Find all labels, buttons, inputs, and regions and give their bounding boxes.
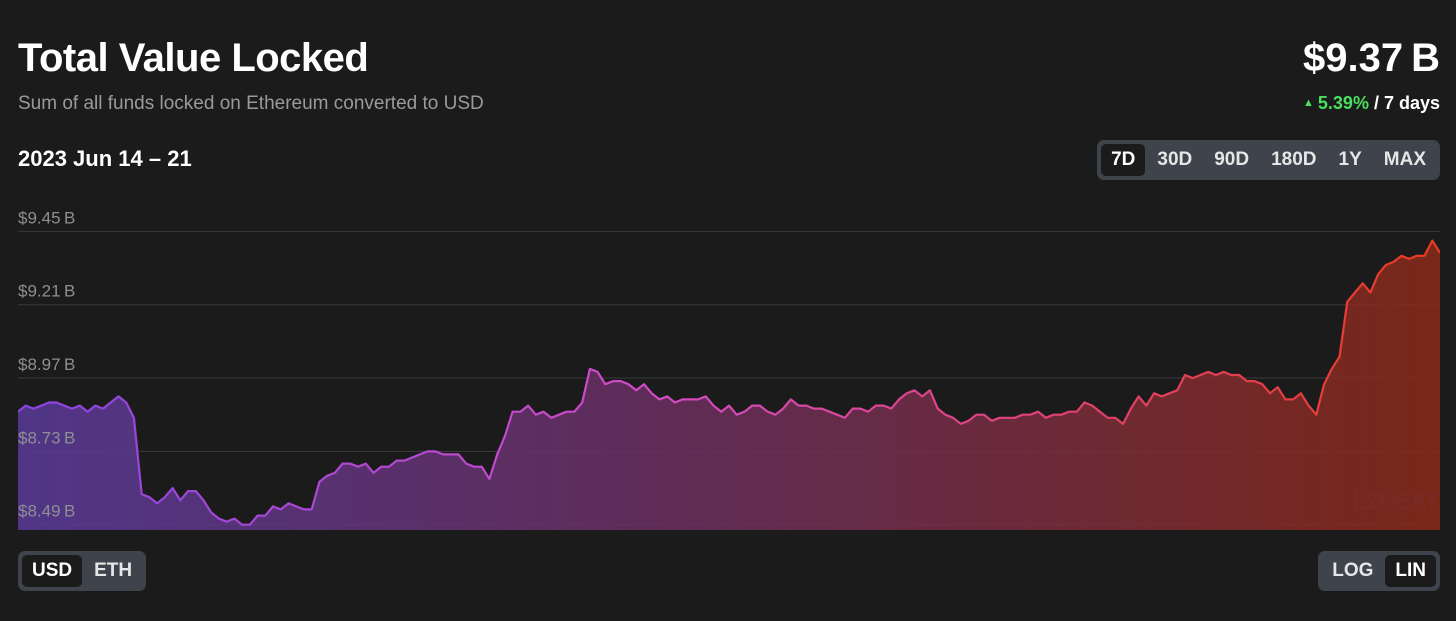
- change-percent: 5.39%: [1317, 93, 1369, 113]
- range-90d-button[interactable]: 90D: [1204, 144, 1259, 176]
- up-arrow-icon: ▲: [1303, 97, 1314, 109]
- range-180d-button[interactable]: 180D: [1261, 144, 1326, 176]
- page-subtitle: Sum of all funds locked on Ethereum conv…: [18, 93, 484, 114]
- l2beat-watermark: L2BEAT: [1352, 488, 1439, 515]
- range-30d-button[interactable]: 30D: [1147, 144, 1202, 176]
- tvl-area: [18, 240, 1440, 530]
- range-max-button[interactable]: MAX: [1374, 144, 1436, 176]
- date-range-label: 2023 Jun 14 – 21: [18, 146, 192, 171]
- time-range-selector: 7D 30D 90D 180D 1Y MAX: [1097, 140, 1440, 180]
- change-indicator: ▲ 5.39% / 7 days: [1303, 93, 1440, 114]
- range-7d-button[interactable]: 7D: [1101, 144, 1146, 176]
- page-title: Total Value Locked: [18, 36, 369, 80]
- tvl-chart: $8.49 B $8.73 B $8.97 B $9.21 B $9.45 B: [18, 200, 1440, 540]
- unit-eth-button[interactable]: ETH: [84, 555, 142, 587]
- unit-usd-button[interactable]: USD: [22, 555, 83, 587]
- range-1y-button[interactable]: 1Y: [1329, 144, 1372, 176]
- y-tick-label: $9.45 B: [18, 208, 75, 227]
- y-tick-label: $8.49 B: [18, 502, 75, 521]
- y-tick-label: $8.73 B: [18, 428, 75, 447]
- scale-lin-button[interactable]: LIN: [1385, 555, 1436, 587]
- scale-selector: LOG LIN: [1318, 551, 1440, 591]
- scale-log-button[interactable]: LOG: [1322, 555, 1383, 587]
- tvl-chart-svg: $8.49 B $8.73 B $8.97 B $9.21 B $9.45 B: [18, 208, 1440, 530]
- y-tick-label: $9.21 B: [18, 282, 75, 301]
- y-tick-label: $8.97 B: [18, 355, 75, 374]
- total-value: $9.37 B: [1303, 36, 1440, 80]
- unit-selector: USD ETH: [18, 551, 147, 591]
- change-period: / 7 days: [1368, 93, 1440, 113]
